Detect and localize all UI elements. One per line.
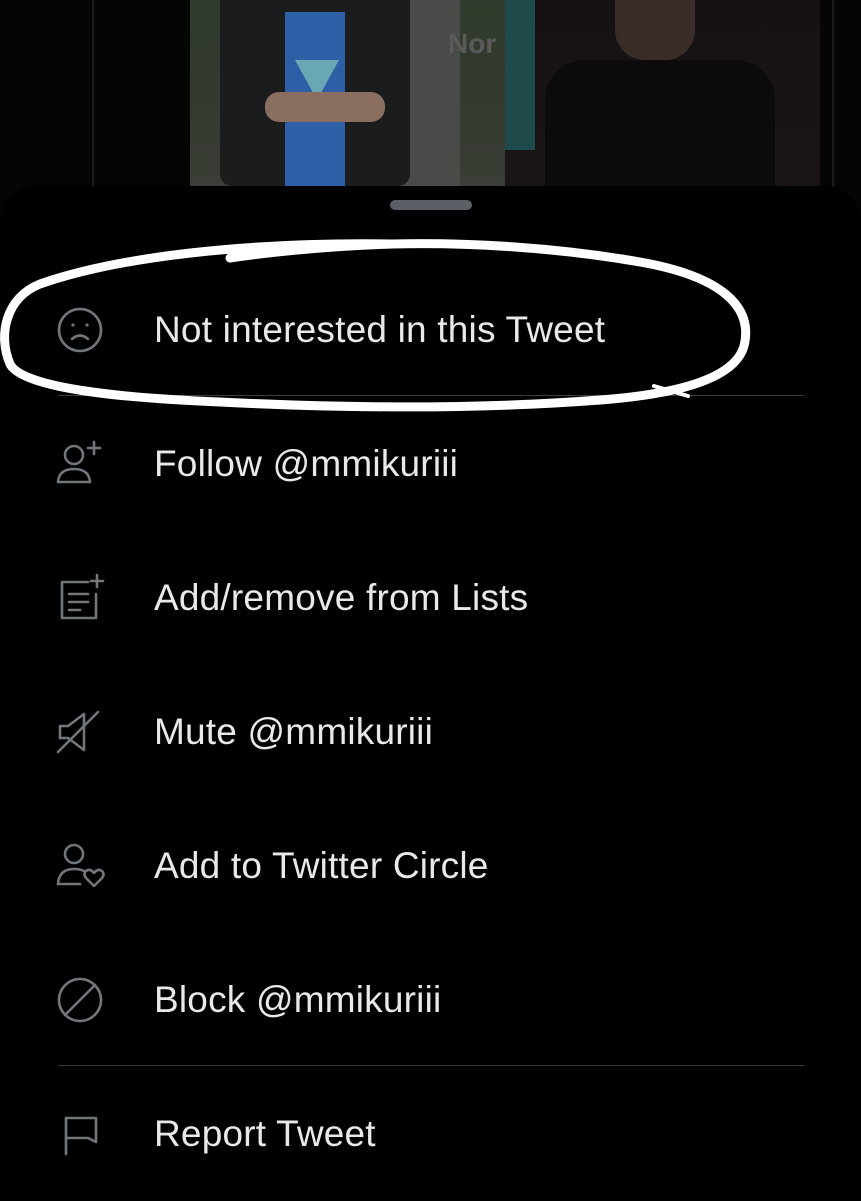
divider: [58, 395, 804, 396]
menu-item-label: Not interested in this Tweet: [154, 309, 606, 350]
sheet-drag-handle[interactable]: [390, 200, 472, 210]
frown-face-icon: [54, 304, 106, 356]
menu-item-label: Follow @mmikuriii: [154, 443, 459, 484]
divider: [58, 1065, 804, 1066]
menu-item-label: Report Tweet: [154, 1113, 376, 1154]
timeline-rail: [92, 0, 94, 186]
menu-item-report[interactable]: Report Tweet: [0, 1067, 861, 1201]
menu-item-label: Mute @mmikuriii: [154, 711, 434, 752]
follow-user-icon: [54, 438, 106, 490]
menu-item-label: Block @mmikuriii: [154, 979, 442, 1020]
menu-item-mute[interactable]: Mute @mmikuriii: [0, 665, 861, 799]
user-heart-icon: [54, 840, 106, 892]
menu-item-block[interactable]: Block @mmikuriii: [0, 933, 861, 1067]
media-overlay-text: Nor: [448, 28, 497, 59]
flag-icon: [54, 1108, 106, 1160]
add-list-icon: [54, 572, 106, 624]
menu-item-twitter-circle[interactable]: Add to Twitter Circle: [0, 799, 861, 933]
options-menu: Not interested in this Tweet Follow @mmi…: [0, 263, 861, 1201]
menu-item-label: Add/remove from Lists: [154, 577, 529, 618]
menu-item-follow[interactable]: Follow @mmikuriii: [0, 397, 861, 531]
block-icon: [54, 974, 106, 1026]
media-photo-right: [505, 0, 820, 186]
tweet-media: Nor: [190, 0, 820, 186]
menu-item-not-interested[interactable]: Not interested in this Tweet: [0, 263, 861, 397]
menu-item-lists[interactable]: Add/remove from Lists: [0, 531, 861, 665]
mute-speaker-icon: [54, 706, 106, 758]
more-options-sheet: Not interested in this Tweet Follow @mmi…: [0, 186, 861, 1200]
menu-item-label: Add to Twitter Circle: [154, 845, 489, 886]
timeline-rail: [832, 0, 834, 200]
